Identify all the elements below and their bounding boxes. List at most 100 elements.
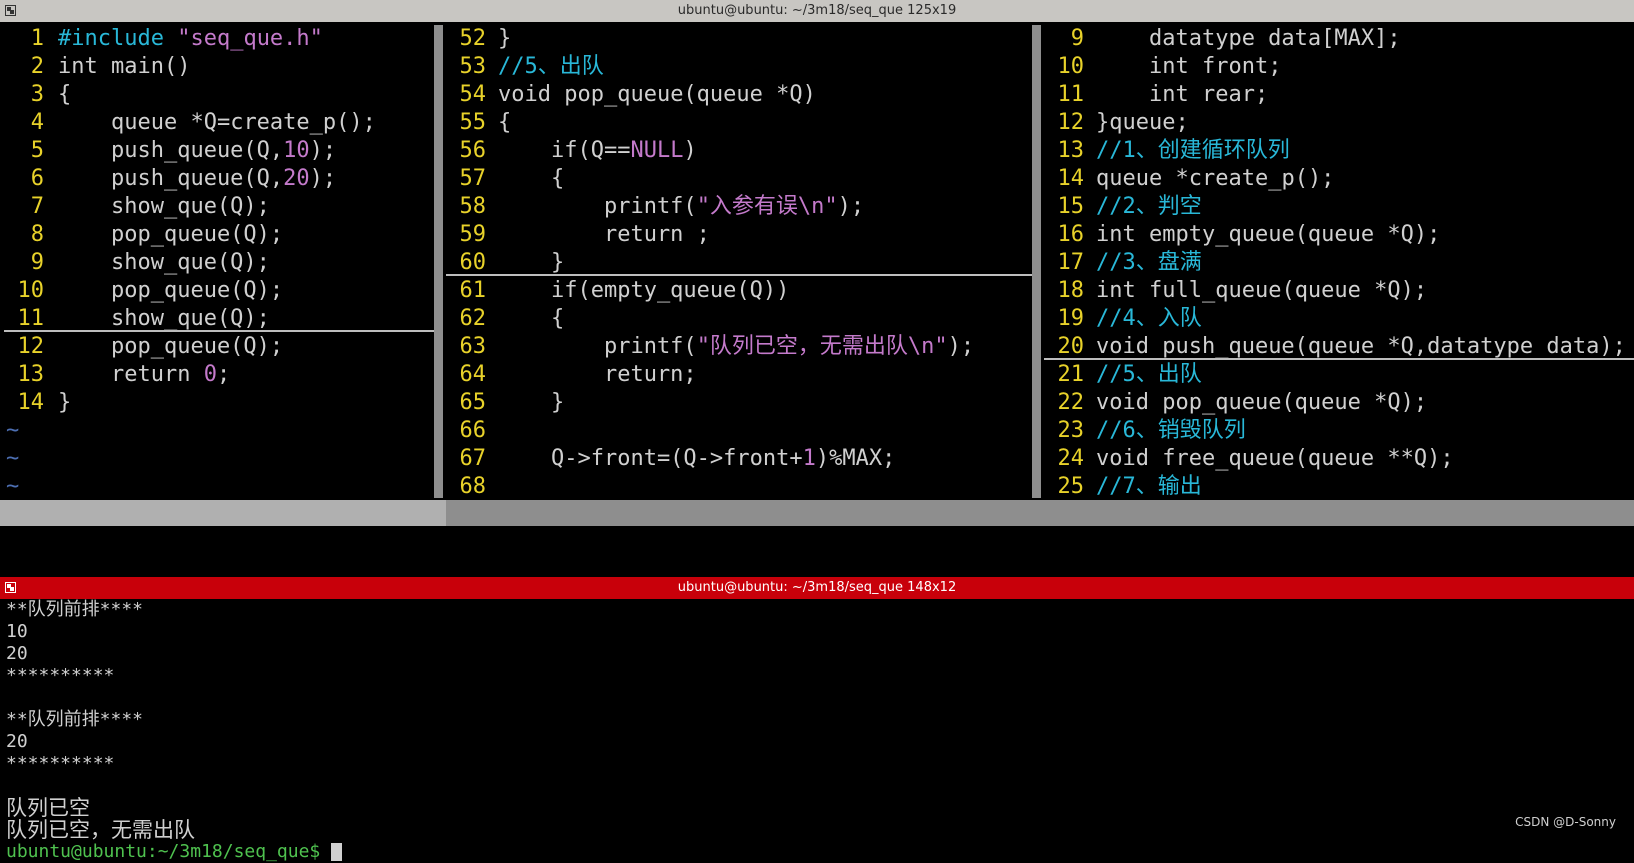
code-line[interactable]: 14}	[4, 389, 434, 417]
line-number: 19	[1057, 306, 1085, 331]
code-line[interactable]: 67 Q->front=(Q->front+1)%MAX;	[446, 445, 1032, 473]
line-number: 57	[459, 166, 487, 191]
vertical-split-separator[interactable]	[434, 25, 443, 498]
bottom-window-titlebar[interactable]: ubuntu@ubuntu: ~/3m18/seq_que 148x12	[0, 577, 1634, 599]
editor-pane-seq-que-h[interactable]: 9 datatype data[MAX]; 10 int front; 11 int…	[1044, 25, 1634, 498]
code-line[interactable]: 57 {	[446, 165, 1032, 193]
code-line[interactable]: 68	[446, 473, 1032, 498]
code-token: 1	[802, 446, 816, 471]
code-token: pop_queue(Q);	[58, 222, 284, 247]
code-token: );	[309, 138, 337, 163]
code-token: //4、入队	[1096, 306, 1202, 331]
status-line-seq-que-h: seq_que.h 20,3 66%	[1044, 500, 1634, 603]
terminal-line: 10	[6, 621, 28, 642]
line-number: 7	[30, 194, 44, 219]
terminal-line: 20	[6, 643, 28, 664]
editor-pane-seq-que-c[interactable]: 52} 53//5、出队 54 void pop_queue(queue *Q) 55{…	[446, 25, 1032, 498]
code-line[interactable]: 1 #include "seq_que.h"	[4, 25, 434, 53]
code-token: Q,datatype data);	[1400, 334, 1626, 359]
code-line[interactable]: 61 if(empty_queue(Q))	[446, 277, 1032, 305]
code-line[interactable]: 16 int empty_queue(queue *Q);	[1044, 221, 1634, 249]
code-line[interactable]: 17 //3、盘满	[1044, 249, 1634, 277]
line-number: 63	[459, 334, 487, 359]
line-number: 8	[30, 222, 44, 247]
bottom-window-title: ubuntu@ubuntu: ~/3m18/seq_que 148x12	[677, 580, 957, 595]
code-token: queue	[1096, 166, 1176, 191]
code-line[interactable]: 53 //5、出队	[446, 53, 1032, 81]
line-number: 9	[1070, 26, 1084, 51]
code-token: NULL	[630, 138, 684, 163]
code-line[interactable]: 18 int full_queue(queue *Q);	[1044, 277, 1634, 305]
code-line[interactable]: 8 pop_queue(Q);	[4, 221, 434, 249]
code-token: pop_queue(queue	[550, 82, 777, 107]
code-token: if(empty_queue(Q))	[498, 278, 790, 303]
code-line[interactable]: 9 show_que(Q);	[4, 249, 434, 277]
code-line[interactable]: 64 return;	[446, 361, 1032, 389]
line-number: 16	[1057, 222, 1085, 247]
code-line[interactable]: 4 queue *Q=create_p();	[4, 109, 434, 137]
code-token: *	[1387, 222, 1401, 247]
code-line[interactable]: 7 show_que(Q);	[4, 193, 434, 221]
code-token: }	[498, 390, 565, 415]
window-menu-icon[interactable]	[5, 5, 16, 16]
code-line[interactable]: 23 //6、销毁队列	[1044, 417, 1634, 445]
code-line[interactable]: 13 //1、创建循环队列	[1044, 137, 1634, 165]
window-menu-icon[interactable]	[5, 582, 16, 593]
line-number: 18	[1057, 278, 1085, 303]
code-token: );	[837, 194, 865, 219]
code-line[interactable]: 59 return ;	[446, 221, 1032, 249]
code-line[interactable]: 10 int front;	[1044, 53, 1634, 81]
code-line[interactable]: 3{	[4, 81, 434, 109]
code-token: {	[58, 82, 72, 107]
editor-pane-main-c[interactable]: 1 #include "seq_que.h" 2 int main() 3{4 queu…	[4, 25, 434, 498]
code-line[interactable]: 2 int main()	[4, 53, 434, 81]
code-line[interactable]: 65 }	[446, 389, 1032, 417]
code-token: ;	[216, 362, 231, 387]
line-number: 66	[459, 418, 487, 443]
status-position: 20,3	[1338, 552, 1391, 577]
line-number: 4	[30, 110, 44, 135]
line-number: 67	[459, 446, 487, 471]
code-line[interactable]: 13 return 0;	[4, 361, 434, 389]
code-line[interactable]: 11 show_que(Q);	[4, 305, 434, 333]
code-line[interactable]: 25 //7、输出	[1044, 473, 1634, 498]
code-line[interactable]: 9 datatype data[MAX];	[1044, 25, 1634, 53]
code-line[interactable]: 60 }	[446, 249, 1032, 277]
code-line[interactable]: 6 push_queue(Q,20);	[4, 165, 434, 193]
code-line[interactable]: 15 //2、判空	[1044, 193, 1634, 221]
code-line[interactable]: 12 pop_queue(Q);	[4, 333, 434, 361]
line-number: 52	[459, 26, 487, 51]
code-token: free_queue(queue	[1148, 446, 1388, 471]
code-line[interactable]: 58 printf("入参有误\n");	[446, 193, 1032, 221]
code-line[interactable]: 63 printf("队列已空，无需出队\n");	[446, 333, 1032, 361]
code-line[interactable]: 21 //5、出队	[1044, 361, 1634, 389]
code-line[interactable]: 52}	[446, 25, 1032, 53]
terminal-output[interactable]: **队列前排**** 10 20 ********** **队列前排**** 20 ****…	[6, 599, 1626, 862]
code-line[interactable]: 66	[446, 417, 1032, 445]
terminal-line: **********	[6, 753, 115, 774]
code-line[interactable]: 54 void pop_queue(queue *Q)	[446, 81, 1032, 109]
top-window-titlebar[interactable]: ubuntu@ubuntu: ~/3m18/seq_que 125x19	[0, 0, 1634, 22]
vertical-split-separator[interactable]	[1032, 25, 1041, 498]
code-line[interactable]: 24 void free_queue(queue **Q);	[1044, 445, 1634, 473]
terminal-line: 20	[6, 731, 28, 752]
code-token: int	[58, 54, 98, 79]
code-token: //5、出队	[498, 54, 604, 79]
code-line[interactable]: 10 pop_queue(Q);	[4, 277, 434, 305]
code-line[interactable]: 62 {	[446, 305, 1032, 333]
code-line[interactable]: 22 void pop_queue(queue *Q);	[1044, 389, 1634, 417]
code-token: push_queue(Q,	[58, 166, 284, 191]
code-line[interactable]: 5 push_queue(Q,10);	[4, 137, 434, 165]
code-line[interactable]: 12}queue;	[1044, 109, 1634, 137]
terminal-prompt-line[interactable]: ubuntu@ubuntu:~/3m18/seq_que$	[6, 841, 1626, 863]
code-line[interactable]: 55 {	[446, 109, 1032, 137]
code-line[interactable]: 20 void push_queue(queue *Q,datatype data…	[1044, 333, 1634, 361]
code-line[interactable]: 11 int rear;	[1044, 81, 1634, 109]
code-line[interactable]: 19 //4、入队	[1044, 305, 1634, 333]
code-token: return;	[498, 362, 697, 387]
code-token: }	[498, 26, 512, 51]
code-line[interactable]: 56 if(Q==NULL)	[446, 137, 1032, 165]
code-token: #include	[58, 26, 178, 51]
code-line[interactable]: 14 queue *create_p();	[1044, 165, 1634, 193]
